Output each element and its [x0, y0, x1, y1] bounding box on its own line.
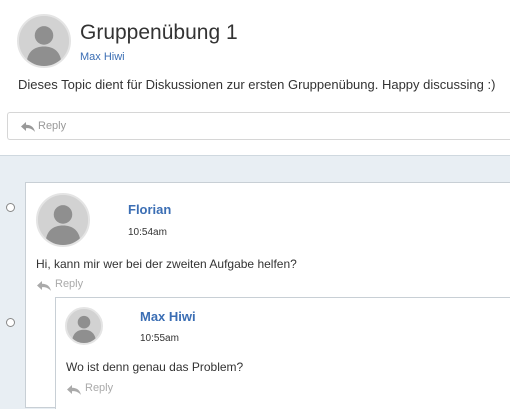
post-author-link[interactable]: Florian	[128, 202, 171, 217]
topic-description: Dieses Topic dient für Diskussionen zur …	[18, 77, 496, 92]
post-body: Hi, kann mir wer bei der zweiten Aufgabe…	[36, 257, 297, 271]
reply-arrow-icon	[67, 385, 81, 395]
topic-title: Gruppenübung 1	[80, 21, 238, 44]
topic-author-link[interactable]: Max Hiwi	[80, 51, 125, 63]
reply-arrow-icon	[21, 122, 35, 132]
post-author-avatar[interactable]	[36, 193, 90, 247]
reply-author-avatar[interactable]	[65, 307, 103, 345]
topic-reply-button[interactable]: Reply	[7, 112, 510, 140]
reply-body: Wo ist denn genau das Problem?	[66, 360, 244, 374]
reply-author-link[interactable]: Max Hiwi	[140, 309, 196, 324]
post-timestamp: 10:54am	[128, 227, 167, 238]
user-silhouette-icon	[67, 309, 101, 343]
reply-arrow-icon	[37, 281, 51, 291]
reply-label: Reply	[85, 382, 114, 394]
reply-label: Reply	[55, 278, 84, 290]
user-silhouette-icon	[19, 16, 69, 66]
reply-label: Reply	[38, 120, 67, 132]
user-silhouette-icon	[38, 195, 88, 245]
topic-author-avatar[interactable]	[17, 14, 71, 68]
thread-bullet-icon	[6, 203, 15, 212]
reply-card	[55, 297, 510, 409]
reply-timestamp: 10:55am	[140, 333, 179, 344]
thread-bullet-icon	[6, 318, 15, 327]
